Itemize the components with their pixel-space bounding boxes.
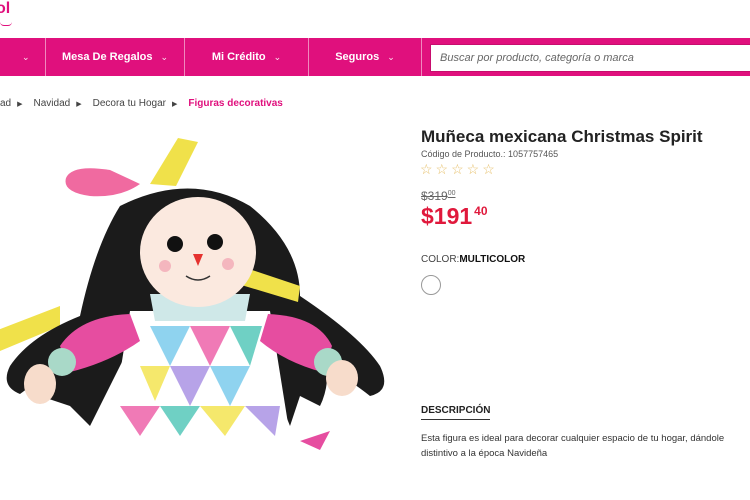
description-heading[interactable]: DESCRIPCIÓN	[421, 405, 491, 420]
nav-item-categories[interactable]: ⌄	[0, 38, 46, 76]
logo-text: ol	[0, 0, 11, 17]
rating-stars[interactable]: ☆☆☆☆☆	[420, 161, 498, 178]
old-price-cents: 00	[447, 190, 456, 197]
breadcrumb-current: Figuras decorativas	[188, 98, 283, 109]
color-label: COLOR:	[421, 254, 460, 265]
color-selector-label: COLOR:MULTICOLOR	[421, 254, 525, 265]
caret-right-icon: ▶	[171, 100, 178, 108]
pink-bow	[65, 168, 140, 197]
breadcrumb-link-decora-tu-hogar[interactable]: Decora tu Hogar	[93, 98, 166, 109]
product-code: Código de Producto.: 1057757465	[421, 149, 559, 159]
old-price: $31900	[421, 189, 456, 203]
product-title: Muñeca mexicana Christmas Spirit	[421, 127, 703, 146]
brand-logo[interactable]: ol	[0, 0, 10, 18]
search-input[interactable]	[430, 44, 750, 72]
color-swatch-multicolor[interactable]	[421, 275, 441, 295]
product-image[interactable]	[0, 126, 400, 450]
chevron-down-icon: ⌄	[387, 51, 395, 62]
nav-item-mi-credito[interactable]: Mi Crédito ⌄	[185, 38, 309, 76]
old-price-main: $319	[421, 189, 448, 203]
caret-right-icon: ▶	[76, 100, 82, 108]
yellow-bow	[150, 138, 198, 186]
nav-item-label: Mesa De Regalos	[61, 51, 153, 63]
chevron-down-icon: ⌄	[273, 51, 282, 62]
nav-item-label: Mi Crédito	[211, 51, 266, 63]
description-text: Esta figura es ideal para decorar cualqu…	[421, 433, 725, 459]
breadcrumb-link[interactable]: ad	[0, 98, 11, 109]
breadcrumb-link-navidad[interactable]: Navidad	[34, 98, 71, 109]
color-value: MULTICOLOR	[459, 254, 526, 265]
current-price: $191 40	[421, 203, 488, 230]
nav-item-label: Seguros	[335, 51, 380, 63]
chevron-down-icon: ⌄	[160, 51, 169, 62]
price-main: $191	[421, 203, 473, 229]
nav-item-seguros[interactable]: Seguros ⌄	[309, 38, 422, 76]
nav-item-mesa-de-regalos[interactable]: Mesa De Regalos ⌄	[46, 38, 185, 76]
breadcrumb: ad ▶ Navidad ▶ Decora tu Hogar ▶ Figuras…	[0, 98, 289, 109]
doll-face	[140, 197, 256, 307]
price-cents: 40	[474, 204, 488, 218]
logo-swoosh	[0, 22, 12, 26]
caret-right-icon: ▶	[17, 100, 23, 108]
chevron-down-icon: ⌄	[22, 51, 30, 62]
